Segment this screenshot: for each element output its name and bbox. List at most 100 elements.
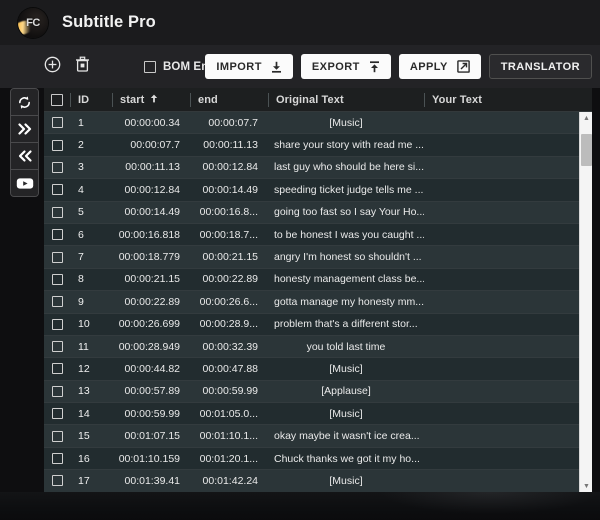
row-cell-end[interactable]: 00:00:28.9... <box>190 313 268 335</box>
row-cell-end[interactable]: 00:01:42.24 <box>190 470 268 492</box>
table-row[interactable]: 300:00:11.1300:00:12.84last guy who shou… <box>44 157 592 179</box>
row-cell-original[interactable]: going too fast so I say Your Ho... <box>268 201 424 223</box>
row-cell-start[interactable]: 00:00:44.82 <box>112 358 190 380</box>
row-cell-id[interactable]: 10 <box>70 313 112 335</box>
column-header-start[interactable]: start <box>112 88 190 112</box>
row-cell-end[interactable]: 00:01:05.0... <box>190 403 268 425</box>
row-checkbox[interactable] <box>52 140 63 151</box>
scroll-up-arrow[interactable]: ▲ <box>580 112 592 124</box>
row-select-cell[interactable] <box>44 335 70 357</box>
row-cell-start[interactable]: 00:00:21.15 <box>112 268 190 290</box>
row-cell-id[interactable]: 17 <box>70 470 112 492</box>
row-select-cell[interactable] <box>44 179 70 201</box>
column-header-end[interactable]: end <box>190 88 268 112</box>
row-cell-start[interactable]: 00:00:28.949 <box>112 335 190 357</box>
row-cell-end[interactable]: 00:00:16.8... <box>190 201 268 223</box>
sidebar-item-video[interactable] <box>11 170 38 196</box>
row-cell-end[interactable]: 00:00:32.39 <box>190 335 268 357</box>
sidebar-item-back[interactable] <box>11 143 38 170</box>
row-cell-id[interactable]: 4 <box>70 179 112 201</box>
bom-encoding-checkbox[interactable] <box>144 61 156 73</box>
row-cell-start[interactable]: 00:00:14.49 <box>112 201 190 223</box>
table-row[interactable]: 1000:00:26.69900:00:28.9...problem that'… <box>44 314 592 336</box>
row-cell-original[interactable]: share your story with read me ... <box>268 134 424 156</box>
row-cell-original[interactable]: gotta manage my honesty mm... <box>268 291 424 313</box>
row-cell-start[interactable]: 00:00:18.779 <box>112 246 190 268</box>
row-cell-end[interactable]: 00:00:14.49 <box>190 179 268 201</box>
row-cell-original[interactable]: Chuck thanks we got it my ho... <box>268 447 424 469</box>
row-cell-start[interactable]: 00:00:22.89 <box>112 291 190 313</box>
row-cell-your[interactable] <box>424 179 578 201</box>
row-checkbox[interactable] <box>52 408 63 419</box>
row-select-cell[interactable] <box>44 447 70 469</box>
row-cell-start[interactable]: 00:00:07.7 <box>112 134 190 156</box>
row-checkbox[interactable] <box>52 162 63 173</box>
select-all-checkbox[interactable] <box>51 94 63 106</box>
row-cell-id[interactable]: 13 <box>70 380 112 402</box>
row-cell-id[interactable]: 7 <box>70 246 112 268</box>
row-cell-original[interactable]: honesty management class be... <box>268 268 424 290</box>
row-cell-end[interactable]: 00:01:10.1... <box>190 425 268 447</box>
row-cell-original[interactable]: [Music] <box>268 403 424 425</box>
row-select-cell[interactable] <box>44 134 70 156</box>
row-checkbox[interactable] <box>52 229 63 240</box>
export-button[interactable]: EXPORT <box>301 54 391 79</box>
row-checkbox[interactable] <box>52 296 63 307</box>
table-row[interactable]: 800:00:21.1500:00:22.89honesty managemen… <box>44 269 592 291</box>
row-cell-end[interactable]: 00:00:11.13 <box>190 134 268 156</box>
row-cell-id[interactable]: 11 <box>70 335 112 357</box>
table-row[interactable]: 1400:00:59.9900:01:05.0...[Music] <box>44 403 592 425</box>
row-cell-id[interactable]: 16 <box>70 447 112 469</box>
row-cell-your[interactable] <box>424 291 578 313</box>
row-cell-your[interactable] <box>424 470 578 492</box>
column-header-your-text[interactable]: Your Text <box>424 88 578 112</box>
trash-icon[interactable] <box>75 56 90 78</box>
row-checkbox[interactable] <box>52 431 63 442</box>
row-select-cell[interactable] <box>44 268 70 290</box>
row-cell-start[interactable]: 00:01:07.15 <box>112 425 190 447</box>
row-cell-original[interactable]: speeding ticket judge tells me ... <box>268 179 424 201</box>
apply-button[interactable]: APPLY <box>399 54 481 79</box>
table-row[interactable]: 1700:01:39.4100:01:42.24[Music] <box>44 470 592 492</box>
row-cell-start[interactable]: 00:00:16.818 <box>112 223 190 245</box>
row-cell-end[interactable]: 00:00:47.88 <box>190 358 268 380</box>
select-all-header[interactable] <box>44 88 70 112</box>
row-cell-start[interactable]: 00:00:59.99 <box>112 403 190 425</box>
row-select-cell[interactable] <box>44 201 70 223</box>
row-select-cell[interactable] <box>44 358 70 380</box>
row-cell-id[interactable]: 1 <box>70 112 112 134</box>
row-cell-original[interactable]: [Music] <box>268 358 424 380</box>
scroll-down-arrow[interactable]: ▼ <box>580 480 592 492</box>
column-header-original-text[interactable]: Original Text <box>268 88 424 112</box>
row-checkbox[interactable] <box>52 252 63 263</box>
table-row[interactable]: 900:00:22.8900:00:26.6...gotta manage my… <box>44 291 592 313</box>
row-checkbox[interactable] <box>52 207 63 218</box>
table-row[interactable]: 1500:01:07.1500:01:10.1...okay maybe it … <box>44 425 592 447</box>
row-cell-id[interactable]: 14 <box>70 403 112 425</box>
row-cell-id[interactable]: 6 <box>70 223 112 245</box>
row-checkbox[interactable] <box>52 363 63 374</box>
row-cell-id[interactable]: 15 <box>70 425 112 447</box>
row-select-cell[interactable] <box>44 380 70 402</box>
row-select-cell[interactable] <box>44 425 70 447</box>
row-cell-your[interactable] <box>424 425 578 447</box>
row-checkbox[interactable] <box>52 117 63 128</box>
row-cell-end[interactable]: 00:00:12.84 <box>190 156 268 178</box>
row-cell-original[interactable]: last guy who should be here si... <box>268 156 424 178</box>
row-checkbox[interactable] <box>52 386 63 397</box>
row-select-cell[interactable] <box>44 112 70 134</box>
scrollbar-thumb[interactable] <box>581 134 592 166</box>
row-checkbox[interactable] <box>52 184 63 195</box>
row-cell-end[interactable]: 00:00:07.7 <box>190 112 268 134</box>
row-cell-your[interactable] <box>424 223 578 245</box>
row-cell-id[interactable]: 12 <box>70 358 112 380</box>
row-cell-your[interactable] <box>424 403 578 425</box>
row-checkbox[interactable] <box>52 475 63 486</box>
import-button[interactable]: IMPORT <box>205 54 292 79</box>
row-cell-start[interactable]: 00:00:57.89 <box>112 380 190 402</box>
row-select-cell[interactable] <box>44 313 70 335</box>
row-cell-original[interactable]: angry I'm honest so shouldn't ... <box>268 246 424 268</box>
table-row[interactable]: 1100:00:28.94900:00:32.39you told last t… <box>44 336 592 358</box>
sidebar-item-sync[interactable] <box>11 89 38 116</box>
row-cell-end[interactable]: 00:00:18.7... <box>190 223 268 245</box>
